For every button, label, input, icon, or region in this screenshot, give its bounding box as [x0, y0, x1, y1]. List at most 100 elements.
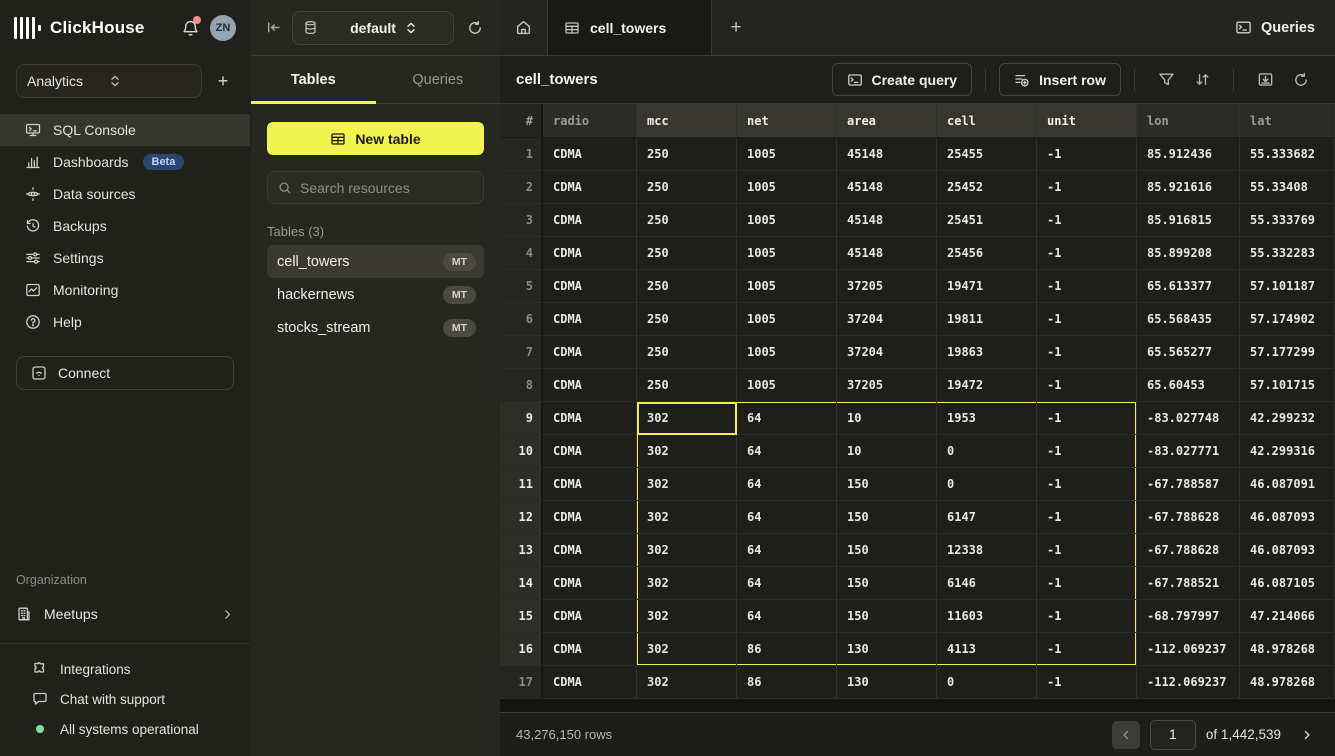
column-header[interactable]: lon [1137, 104, 1240, 138]
grid-cell[interactable]: -67.788628 [1137, 501, 1240, 534]
connect-button[interactable]: Connect [16, 356, 234, 390]
grid-cell[interactable]: 25455 [937, 138, 1037, 171]
column-header[interactable]: mcc [637, 104, 737, 138]
grid-cell[interactable]: 150 [837, 468, 937, 501]
grid-cell[interactable]: 130 [837, 633, 937, 666]
sidebar-item-help[interactable]: Help [0, 306, 250, 338]
table-list-item-stocks-stream[interactable]: stocks_stream MT [267, 311, 484, 344]
grid-cell[interactable]: CDMA [543, 666, 637, 699]
sidebar-item-chat-support[interactable]: Chat with support [0, 684, 250, 714]
grid-cell[interactable]: 55.332283 [1240, 237, 1335, 270]
grid-cell[interactable]: CDMA [543, 237, 637, 270]
grid-cell[interactable]: CDMA [543, 600, 637, 633]
tab-tables[interactable]: Tables [251, 56, 376, 103]
grid-cell[interactable]: CDMA [543, 303, 637, 336]
grid-cell[interactable]: 57.177299 [1240, 336, 1335, 369]
grid-cell[interactable]: 37205 [837, 369, 937, 402]
grid-cell[interactable]: 64 [737, 468, 837, 501]
column-header[interactable]: cell [937, 104, 1037, 138]
grid-cell[interactable]: 0 [937, 468, 1037, 501]
grid-cell[interactable]: 25456 [937, 237, 1037, 270]
grid-cell[interactable]: -1 [1037, 336, 1137, 369]
grid-cell[interactable]: 42.299316 [1240, 435, 1335, 468]
notifications-bell-icon[interactable] [178, 16, 202, 40]
sidebar-item-data-sources[interactable]: Data sources [0, 178, 250, 210]
grid-cell[interactable]: 1005 [737, 270, 837, 303]
grid-cell[interactable]: CDMA [543, 402, 637, 435]
grid-cell[interactable]: 250 [637, 138, 737, 171]
grid-cell[interactable]: 25452 [937, 171, 1037, 204]
grid-cell[interactable]: 250 [637, 303, 737, 336]
row-number[interactable]: 11 [500, 468, 543, 501]
grid-cell[interactable]: 1005 [737, 204, 837, 237]
grid-cell[interactable]: -68.797997 [1137, 600, 1240, 633]
grid-cell[interactable]: -1 [1037, 369, 1137, 402]
grid-cell[interactable]: CDMA [543, 336, 637, 369]
grid-cell[interactable]: 46.087091 [1240, 468, 1335, 501]
refresh-icon[interactable] [1286, 65, 1316, 95]
sidebar-item-meetups[interactable]: Meetups [0, 597, 250, 631]
grid-cell[interactable]: 4113 [937, 633, 1037, 666]
add-workspace-button[interactable]: + [212, 70, 234, 92]
grid-cell[interactable]: 302 [637, 501, 737, 534]
grid-cell[interactable]: 64 [737, 402, 837, 435]
system-status[interactable]: All systems operational [0, 714, 250, 744]
grid-cell[interactable]: 64 [737, 435, 837, 468]
grid-cell[interactable]: 250 [637, 237, 737, 270]
row-number[interactable]: 16 [500, 633, 543, 666]
refresh-tables-icon[interactable] [464, 17, 486, 39]
grid-cell[interactable]: 48.978268 [1240, 666, 1335, 699]
grid-cell[interactable]: 12338 [937, 534, 1037, 567]
row-number[interactable]: 6 [500, 303, 543, 336]
table-list-item-cell-towers[interactable]: cell_towers MT [267, 245, 484, 278]
grid-cell[interactable]: 48.978268 [1240, 633, 1335, 666]
grid-cell[interactable]: -83.027748 [1137, 402, 1240, 435]
grid-cell[interactable]: CDMA [543, 501, 637, 534]
grid-cell[interactable]: 64 [737, 567, 837, 600]
grid-cell[interactable]: -1 [1037, 303, 1137, 336]
grid-cell[interactable]: 250 [637, 270, 737, 303]
database-select[interactable]: default [292, 11, 454, 45]
grid-cell[interactable]: 130 [837, 666, 937, 699]
grid-cell[interactable]: -112.069237 [1137, 633, 1240, 666]
grid-cell[interactable]: 302 [637, 633, 737, 666]
grid-cell[interactable]: CDMA [543, 270, 637, 303]
grid-cell[interactable]: -67.788587 [1137, 468, 1240, 501]
avatar[interactable]: ZN [210, 15, 236, 41]
row-number[interactable]: 8 [500, 369, 543, 402]
column-header[interactable]: lat [1240, 104, 1335, 138]
grid-cell[interactable]: 6147 [937, 501, 1037, 534]
grid-cell[interactable]: 45148 [837, 138, 937, 171]
prev-page-button[interactable] [1112, 721, 1140, 749]
column-header[interactable]: unit [1037, 104, 1137, 138]
workspace-select[interactable]: Analytics [16, 64, 202, 98]
grid-cell[interactable]: 250 [637, 204, 737, 237]
grid-cell[interactable]: 19471 [937, 270, 1037, 303]
grid-cell[interactable]: 250 [637, 336, 737, 369]
grid-cell[interactable]: 55.333769 [1240, 204, 1335, 237]
row-number[interactable]: 15 [500, 600, 543, 633]
row-number[interactable]: 14 [500, 567, 543, 600]
grid-cell[interactable]: 150 [837, 501, 937, 534]
page-number-input[interactable] [1150, 720, 1196, 750]
column-header[interactable]: # [500, 104, 543, 138]
row-number[interactable]: 2 [500, 171, 543, 204]
grid-cell[interactable]: CDMA [543, 171, 637, 204]
grid-cell[interactable]: -1 [1037, 402, 1137, 435]
grid-cell[interactable]: 19811 [937, 303, 1037, 336]
grid-cell[interactable]: 57.101187 [1240, 270, 1335, 303]
grid-cell[interactable]: -1 [1037, 567, 1137, 600]
grid-cell[interactable]: 25451 [937, 204, 1037, 237]
grid-cell[interactable]: CDMA [543, 369, 637, 402]
row-number[interactable]: 4 [500, 237, 543, 270]
search-input[interactable] [300, 180, 481, 196]
grid-cell[interactable]: 42.299232 [1240, 402, 1335, 435]
sort-icon[interactable] [1187, 65, 1217, 95]
grid-cell[interactable]: 302 [637, 435, 737, 468]
table-list-item-hackernews[interactable]: hackernews MT [267, 278, 484, 311]
grid-cell[interactable]: 1005 [737, 369, 837, 402]
sidebar-item-dashboards[interactable]: Dashboards Beta [0, 146, 250, 178]
row-number[interactable]: 12 [500, 501, 543, 534]
grid-cell[interactable]: 47.214066 [1240, 600, 1335, 633]
grid-cell[interactable]: 19863 [937, 336, 1037, 369]
